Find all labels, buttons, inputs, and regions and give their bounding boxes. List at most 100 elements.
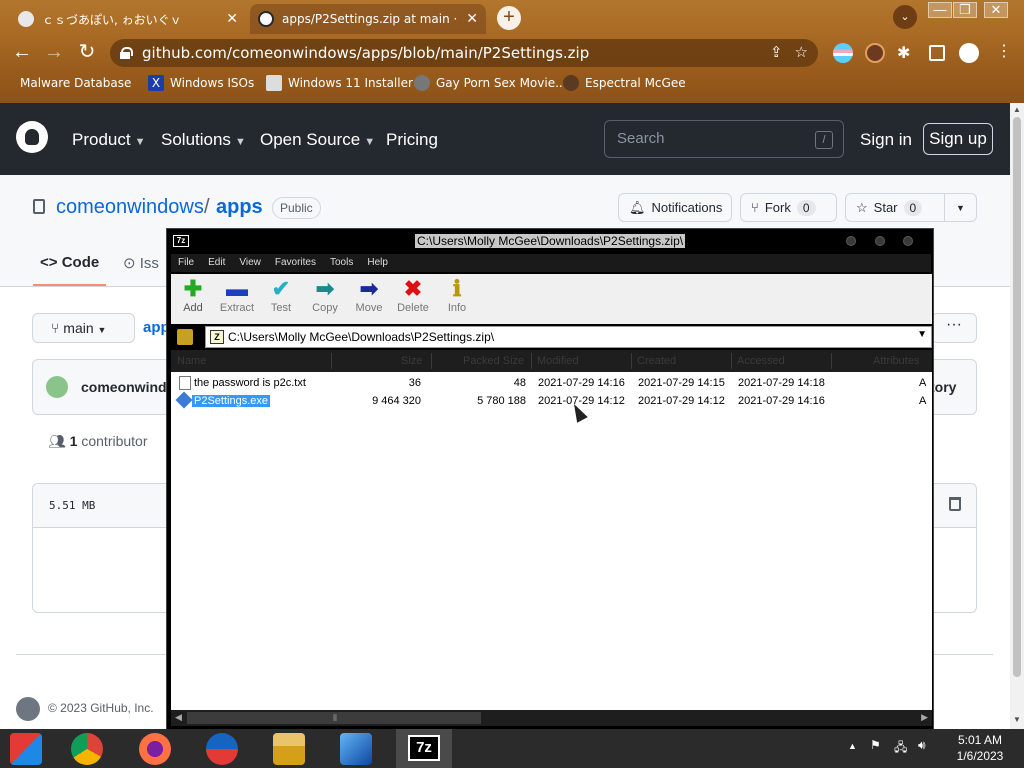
column-size[interactable]: Size [401,355,422,367]
menu-file[interactable]: File [178,254,194,272]
minimize-button[interactable] [846,236,856,246]
minimize-button[interactable]: — [928,2,952,18]
tab-1[interactable]: ｃｓづあぽい, ゎおいぐｖ ✕ [10,4,246,34]
profile-extension-icon[interactable] [865,43,885,63]
maximize-button[interactable]: ❐ [953,2,977,18]
tab-2[interactable]: apps/P2Settings.zip at main · comeo ✕ [250,4,486,34]
bookmark-malware-database[interactable]: Malware Database [14,75,131,91]
7zip-app-icon[interactable]: 7z [173,235,189,247]
tab-issues[interactable]: ⊙ Iss [123,254,159,272]
clock[interactable]: 5:01 AM 1/6/2023 [950,732,1010,764]
contributors[interactable]: 👥︎ 1 contributor [48,433,148,450]
nav-pricing[interactable]: Pricing [386,130,438,150]
bookmark-windows-isos[interactable]: X Windows ISOs [148,75,254,91]
scroll-up-icon[interactable]: ▲ [1013,105,1021,114]
new-tab-button[interactable]: + [497,6,521,30]
avatar[interactable] [959,43,979,63]
tray-expand-icon[interactable]: ▲ [848,741,857,751]
repo-owner-link[interactable]: comeonwindows [56,196,204,219]
column-divider[interactable] [831,353,832,369]
tab-code[interactable]: <> Code [40,254,99,271]
horizontal-scrollbar[interactable]: ◀ ⦀ ▶ [171,710,932,726]
side-panel-icon[interactable] [929,45,945,61]
test-button[interactable]: ✔ Test [259,278,303,315]
avatar[interactable] [46,376,68,398]
share-icon[interactable]: ⇪ [770,43,783,61]
nav-product[interactable]: Product ▼ [72,130,145,150]
address-bar[interactable]: github.com/comeonwindows/apps/blob/main/… [110,39,818,67]
move-button[interactable]: ➡ Move [347,278,391,315]
close-window-button[interactable]: ✕ [984,2,1008,18]
extract-button[interactable]: ▬ Extract [215,278,259,315]
scroll-left-icon[interactable]: ◀ [175,712,182,723]
reload-icon[interactable]: ↻ [77,42,97,62]
path-field[interactable]: Z C:\Users\Molly McGee\Downloads\P2Setti… [205,326,932,348]
scrollbar-thumb[interactable] [1013,117,1021,677]
notifications-button[interactable]: 🔔︎ Notifications [618,193,732,222]
star-button[interactable]: ☆ Star 0 [845,193,945,222]
github-logo-icon[interactable] [16,697,40,721]
branch-selector[interactable]: ⑂ main ▼ [32,313,135,343]
tab-search-icon[interactable]: ⌄ [893,5,917,29]
chrome-icon[interactable] [71,733,103,765]
menu-help[interactable]: Help [367,254,388,272]
firefox-icon[interactable] [139,733,171,765]
close-icon[interactable]: ✕ [466,11,478,27]
column-name[interactable]: Name [177,355,206,367]
7zip-taskbar-icon[interactable]: 7z [408,735,440,761]
column-attributes[interactable]: Attributes [873,355,919,367]
menu-tools[interactable]: Tools [330,254,353,272]
trash-icon[interactable] [949,497,961,511]
scroll-down-icon[interactable]: ▼ [1013,715,1021,724]
app-icon[interactable] [206,733,238,765]
menu-icon[interactable]: ⋮ [996,43,1016,63]
fork-button[interactable]: ⑂ Fork 0 [740,193,837,222]
column-modified[interactable]: Modified [537,355,579,367]
github-logo-icon[interactable] [16,121,48,153]
file-explorer-icon[interactable] [273,733,305,765]
network-app-icon[interactable] [340,733,372,765]
menu-edit[interactable]: Edit [208,254,225,272]
column-divider[interactable] [631,353,632,369]
bookmark-espectral-mcgee[interactable]: Espectral McGee [563,75,686,91]
back-icon[interactable]: ← [12,42,32,62]
bookmark-star-icon[interactable]: ☆ [795,43,808,61]
delete-button[interactable]: ✖ Delete [391,278,435,315]
column-accessed[interactable]: Accessed [737,355,785,367]
menu-favorites[interactable]: Favorites [275,254,316,272]
column-divider[interactable] [731,353,732,369]
close-button[interactable] [903,236,913,246]
network-icon[interactable]: 🖧︎ [894,738,907,759]
forward-icon[interactable]: → [44,42,64,62]
column-created[interactable]: Created [637,355,676,367]
column-packed-size[interactable]: Packed Size [463,355,524,367]
column-divider[interactable] [431,353,432,369]
close-icon[interactable]: ✕ [226,11,238,27]
sign-in-link[interactable]: Sign in [860,130,912,150]
copy-button[interactable]: ➡ Copy [303,278,347,315]
sign-up-button[interactable]: Sign up [923,123,993,155]
search-input[interactable]: Search / [604,120,844,158]
more-options-icon[interactable]: ··· [931,313,977,343]
table-row[interactable]: P2Settings.exe 9 464 320 5 780 188 2021-… [171,391,932,410]
maximize-button[interactable] [875,236,885,246]
star-dropdown-button[interactable]: ▼ [944,193,977,222]
nav-solutions[interactable]: Solutions ▼ [161,130,246,150]
column-divider[interactable] [331,353,332,369]
scroll-right-icon[interactable]: ▶ [921,712,928,723]
table-row[interactable]: the password is p2c.txt 36 48 2021-07-29… [171,374,932,392]
chevron-down-icon[interactable]: ▼ [917,329,927,340]
column-divider[interactable] [531,353,532,369]
info-button[interactable]: ℹ Info [435,278,479,315]
bookmark-windows-11-installer[interactable]: Windows 11 Installer [266,75,413,91]
nav-open-source[interactable]: Open Source ▼ [260,130,375,150]
page-scrollbar[interactable]: ▲ ▼ [1010,103,1024,729]
start-button[interactable] [10,733,42,765]
volume-icon[interactable]: 🔊︎ [918,738,926,753]
flag-icon[interactable]: ⚑ [870,738,881,752]
commit-user[interactable]: comeonwind [81,379,167,395]
puzzle-icon[interactable]: ✱ [897,43,917,63]
menu-view[interactable]: View [239,254,261,272]
repo-name-link[interactable]: apps [216,196,263,219]
add-button[interactable]: ✚ Add [171,278,215,315]
